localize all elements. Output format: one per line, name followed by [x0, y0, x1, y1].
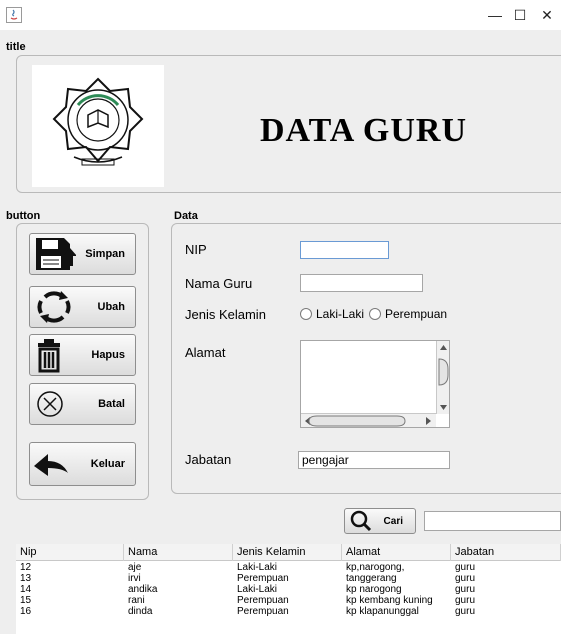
keluar-button[interactable]: Keluar [29, 442, 136, 486]
cell-nama: andika [128, 584, 158, 595]
guru-table: Nip Nama Jenis Kelamin Alamat Jabatan 12… [16, 544, 561, 634]
hapus-label: Hapus [91, 349, 125, 361]
radio-laki-laki[interactable]: Laki-Laki [300, 307, 364, 321]
nip-input[interactable] [300, 241, 389, 259]
radio-perempuan[interactable]: Perempuan [369, 307, 447, 321]
cell-nip: 15 [20, 595, 32, 606]
keluar-label: Keluar [90, 458, 125, 470]
hapus-button[interactable]: Hapus [29, 334, 136, 376]
col-header-jenis-kelamin[interactable]: Jenis Kelamin [233, 544, 342, 561]
cell-alamat: tanggerang [346, 573, 397, 584]
title-section-label: title [6, 41, 26, 53]
cell-alamat: kp,narogong, [346, 562, 405, 573]
cell-jabatan: guru [455, 562, 476, 573]
cell-nama: dinda [128, 606, 153, 617]
nip-label: NIP [185, 242, 207, 257]
horizontal-scrollbar[interactable] [301, 413, 436, 427]
alamat-label: Alamat [185, 345, 226, 360]
trash-icon [38, 339, 60, 373]
alamat-textarea[interactable] [300, 340, 450, 428]
data-section-label: Data [174, 210, 198, 222]
cell-jenis-kelamin: Perempuan [237, 595, 289, 606]
cell-jenis-kelamin: Laki-Laki [237, 584, 278, 595]
table-row[interactable]: 14 andika Laki-Laki kp narogong guru [16, 584, 561, 595]
window-titlebar: — ☐ ✕ [0, 0, 561, 30]
ubah-button[interactable]: Ubah [29, 286, 136, 328]
radio-circle [369, 308, 381, 320]
table-row[interactable]: 13 irvi Perempuan tanggerang guru [16, 573, 561, 584]
col-header-nip[interactable]: Nip [16, 544, 124, 561]
cancel-icon [37, 391, 63, 417]
school-logo [32, 65, 164, 187]
cell-nip: 12 [20, 562, 32, 573]
batal-label: Batal [98, 398, 125, 410]
cell-jabatan: guru [455, 595, 476, 606]
radio-circle [300, 308, 312, 320]
simpan-button[interactable]: Simpan [29, 233, 136, 275]
cell-nama: rani [128, 595, 145, 606]
batal-button[interactable]: Batal [29, 383, 136, 425]
cell-nama: irvi [128, 573, 141, 584]
cell-alamat: kp kembang kuning [346, 595, 433, 606]
cell-jenis-kelamin: Laki-Laki [237, 562, 278, 573]
cell-alamat: kp klapanunggal [346, 606, 419, 617]
refresh-icon [37, 291, 71, 323]
table-header: Nip Nama Jenis Kelamin Alamat Jabatan [16, 544, 561, 561]
table-row[interactable]: 16 dinda Perempuan kp klapanunggal guru [16, 606, 561, 617]
cell-nama: aje [128, 562, 142, 573]
close-button[interactable]: ✕ [536, 5, 558, 25]
cell-jabatan: guru [455, 573, 476, 584]
cari-label: Cari [383, 515, 403, 527]
cell-jenis-kelamin: Perempuan [237, 606, 289, 617]
java-icon [6, 7, 22, 23]
cari-button[interactable]: Cari [344, 508, 416, 534]
radio-laki-laki-label: Laki-Laki [316, 307, 365, 321]
alamat-text [301, 341, 449, 347]
col-header-nama[interactable]: Nama [124, 544, 233, 561]
search-input[interactable] [424, 511, 561, 531]
cell-alamat: kp narogong [346, 584, 402, 595]
col-header-jabatan[interactable]: Jabatan [451, 544, 561, 561]
cell-jenis-kelamin: Perempuan [237, 573, 289, 584]
page-title: DATA GURU [260, 112, 468, 149]
cell-nip: 14 [20, 584, 32, 595]
jenis-kelamin-label: Jenis Kelamin [185, 307, 266, 322]
jabatan-label: Jabatan [185, 452, 232, 467]
search-icon [350, 510, 372, 532]
table-row[interactable]: 12 aje Laki-Laki kp,narogong, guru [16, 562, 561, 573]
maximize-button[interactable]: ☐ [509, 5, 531, 25]
cell-nip: 13 [20, 573, 32, 584]
button-section-label: button [6, 210, 41, 222]
jabatan-input[interactable]: pengajar [298, 451, 450, 469]
vertical-scrollbar[interactable] [436, 341, 449, 414]
col-header-alamat[interactable]: Alamat [342, 544, 451, 561]
cell-nip: 16 [20, 606, 32, 617]
save-icon [36, 238, 76, 270]
back-arrow-icon [34, 454, 68, 476]
minimize-button[interactable]: — [484, 5, 506, 25]
main-frame: title DATA GURU button Simpan Ubah Hapus… [0, 30, 561, 634]
table-row[interactable]: 15 rani Perempuan kp kembang kuning guru [16, 595, 561, 606]
nama-guru-input[interactable] [300, 274, 423, 292]
cell-jabatan: guru [455, 584, 476, 595]
nama-guru-label: Nama Guru [185, 276, 253, 291]
simpan-label: Simpan [85, 248, 125, 260]
radio-perempuan-label: Perempuan [385, 307, 448, 321]
cell-jabatan: guru [455, 606, 476, 617]
ubah-label: Ubah [97, 301, 126, 313]
